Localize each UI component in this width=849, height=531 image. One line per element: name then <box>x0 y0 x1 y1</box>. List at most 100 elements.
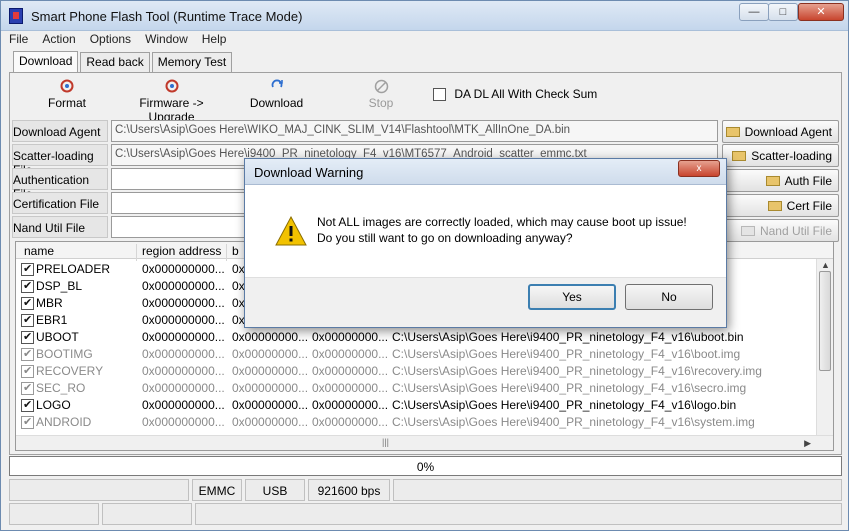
table-row[interactable]: SEC_RO 0x000000000... 0x00000000...0x00000… <box>16 380 816 397</box>
table-row[interactable]: UBOOT 0x000000000... 0x00000000...0x000000… <box>16 329 816 346</box>
column-header-begin[interactable]: b <box>232 244 239 258</box>
format-button[interactable]: Format <box>47 79 87 110</box>
row-name: SEC_RO <box>36 381 86 395</box>
dialog-close-button[interactable]: x <box>678 160 720 177</box>
scroll-up-arrow[interactable]: ▲ <box>821 260 830 270</box>
progress-bar: 0% <box>9 456 842 476</box>
row-region: 0x000000000... <box>142 398 225 412</box>
column-header-name[interactable]: name <box>24 244 54 258</box>
row-end: 0x00000000... <box>312 415 389 429</box>
row-checkbox[interactable] <box>21 347 34 361</box>
scatter-loading-button[interactable]: Scatter-loading <box>722 144 839 167</box>
row-checkbox[interactable] <box>21 279 34 293</box>
row-checkbox[interactable] <box>21 313 34 327</box>
vertical-scrollbar[interactable]: ▲ ▼ <box>816 259 833 450</box>
menu-action[interactable]: Action <box>42 32 75 50</box>
table-row[interactable]: BOOTIMG 0x000000000... 0x00000000...0x0000… <box>16 346 816 363</box>
nand-util-file-button[interactable]: Nand Util File <box>722 219 839 242</box>
firmware-upgrade-button[interactable]: Firmware -> Upgrade <box>119 79 224 124</box>
folder-icon <box>732 151 747 161</box>
tab-download[interactable]: Download <box>13 51 79 72</box>
stop-label: Stop <box>368 96 394 110</box>
table-row[interactable]: LOGO 0x000000000... 0x00000000...0x0000000… <box>16 397 816 414</box>
auth-file-button[interactable]: Auth File <box>722 169 839 192</box>
tab-memory-test[interactable]: Memory Test <box>151 52 233 72</box>
format-label: Format <box>47 96 86 110</box>
table-row[interactable]: RECOVERY 0x000000000... 0x00000000...0x000… <box>16 363 816 380</box>
tab-read-back[interactable]: Read back <box>80 52 150 72</box>
menu-file[interactable]: File <box>9 32 28 50</box>
horizontal-scrollbar[interactable]: ||| ▶ <box>16 435 833 450</box>
row-begin: 0x00000000... <box>232 381 309 395</box>
row-begin: 0x00000000... <box>232 415 309 429</box>
row-end: 0x00000000... <box>312 364 389 378</box>
authentication-file-label: Authentication File <box>12 168 108 201</box>
certification-file-label: Certification File <box>12 192 108 214</box>
scrollbar-thumb[interactable] <box>819 271 831 371</box>
warning-icon <box>275 216 307 246</box>
menu-help[interactable]: Help <box>202 32 227 50</box>
close-button[interactable]: ✕ <box>798 3 844 21</box>
row-name: MBR <box>36 296 63 310</box>
folder-icon <box>767 201 782 211</box>
dialog-message: Not ALL images are correctly loaded, whi… <box>317 214 687 246</box>
no-button[interactable]: No <box>625 284 713 310</box>
cert-file-button[interactable]: Cert File <box>722 194 839 217</box>
dialog-title-bar[interactable]: Download Warning x <box>245 159 726 185</box>
checksum-checkbox[interactable] <box>433 88 446 102</box>
row-checkbox[interactable] <box>21 381 34 395</box>
app-icon <box>9 8 23 24</box>
column-header-region[interactable]: region address <box>142 244 221 258</box>
nand-util-file-label: Nand Util File <box>12 216 108 238</box>
download-agent-button[interactable]: Download Agent <box>722 120 839 143</box>
row-checkbox[interactable] <box>21 415 34 429</box>
row-end: 0x00000000... <box>312 330 389 344</box>
row-region: 0x000000000... <box>142 364 225 378</box>
status-cell-empty <box>102 503 192 525</box>
scatter-loading-button-label: Scatter-loading <box>751 149 832 163</box>
row-region: 0x000000000... <box>142 330 225 344</box>
row-region: 0x000000000... <box>142 347 225 361</box>
column-divider[interactable] <box>226 244 227 261</box>
column-divider[interactable] <box>136 244 137 261</box>
yes-button[interactable]: Yes <box>528 284 616 310</box>
row-checkbox[interactable] <box>21 398 34 412</box>
row-checkbox[interactable] <box>21 330 34 344</box>
row-region: 0x000000000... <box>142 262 225 276</box>
stop-icon <box>363 79 399 94</box>
dialog-message-line-1: Not ALL images are correctly loaded, whi… <box>317 215 687 229</box>
maximize-button[interactable]: □ <box>768 3 798 21</box>
auth-file-button-label: Auth File <box>784 174 832 188</box>
row-checkbox[interactable] <box>21 262 34 276</box>
menu-window[interactable]: Window <box>145 32 188 50</box>
row-end: 0x00000000... <box>312 398 389 412</box>
table-row[interactable]: ANDROID 0x000000000... 0x00000000...0x0000… <box>16 414 816 431</box>
row-region: 0x000000000... <box>142 415 225 429</box>
stop-button[interactable]: Stop <box>363 79 399 110</box>
row-checkbox[interactable] <box>21 364 34 378</box>
row-name: UBOOT <box>36 330 79 344</box>
row-region: 0x000000000... <box>142 279 225 293</box>
minimize-button[interactable]: — <box>739 3 769 21</box>
status-baud: 921600 bps <box>308 479 390 501</box>
download-agent-field[interactable]: C:\Users\Asip\Goes Here\WIKO_MAJ_CINK_SL… <box>111 120 718 142</box>
download-button[interactable]: Download <box>249 79 304 110</box>
folder-icon <box>725 127 740 137</box>
folder-icon <box>765 176 780 186</box>
row-region: 0x000000000... <box>142 313 225 327</box>
checksum-option[interactable]: DA DL All With Check Sum <box>433 87 597 102</box>
title-bar[interactable]: Smart Phone Flash Tool (Runtime Trace Mo… <box>1 1 848 31</box>
status-bar: EMMC USB 921600 bps <box>9 479 842 529</box>
dialog-body: Not ALL images are correctly loaded, whi… <box>245 186 726 277</box>
row-checkbox[interactable] <box>21 296 34 310</box>
row-name: BOOTIMG <box>36 347 93 361</box>
status-cell-empty <box>195 503 842 525</box>
row-path: C:\Users\Asip\Goes Here\i9400_PR_ninetol… <box>392 381 747 395</box>
cert-file-button-label: Cert File <box>786 199 832 213</box>
menu-options[interactable]: Options <box>90 32 131 50</box>
download-agent-label: Download Agent <box>12 120 108 142</box>
scroll-right-arrow[interactable]: ▶ <box>804 438 811 449</box>
status-cell-empty <box>9 479 189 501</box>
scatter-file-label: Scatter-loading File <box>12 144 108 177</box>
dialog-title: Download Warning <box>254 165 364 180</box>
